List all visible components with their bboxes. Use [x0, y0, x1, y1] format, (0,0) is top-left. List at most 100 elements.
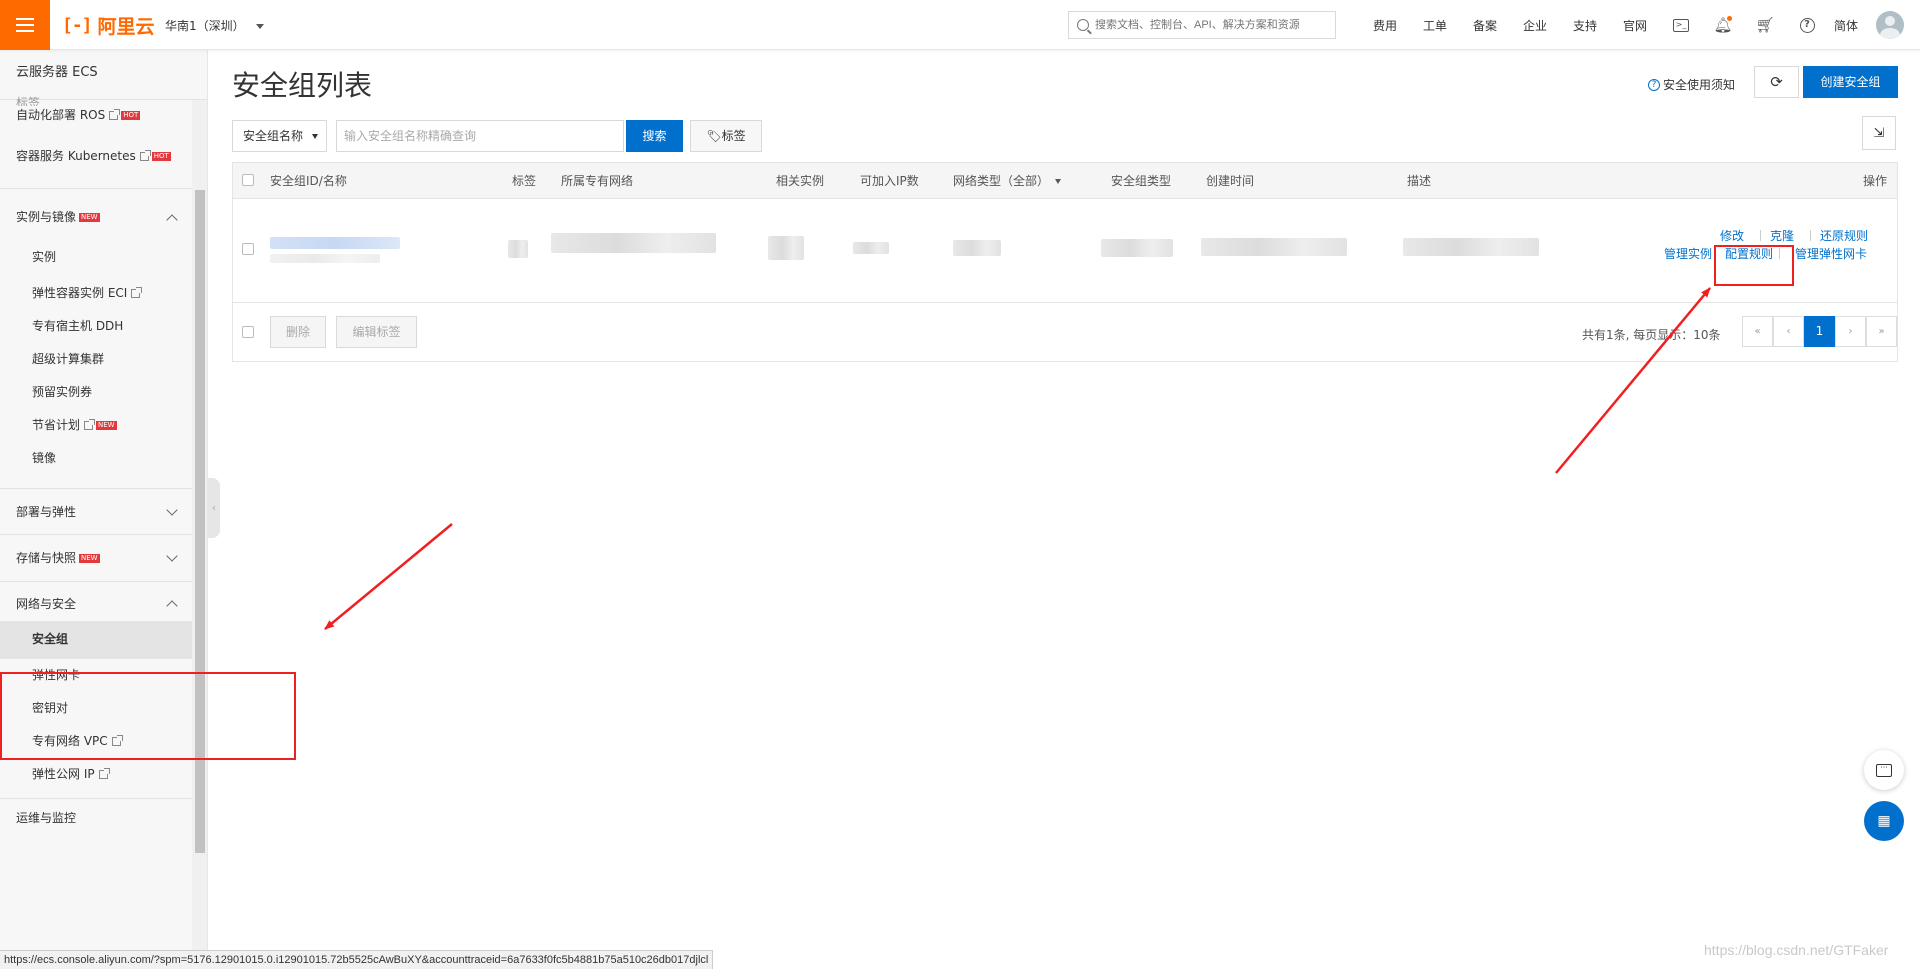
col-vpc: 所属专有网络	[561, 174, 634, 188]
nav-billing[interactable]: 费用	[1360, 17, 1410, 34]
redacted-instance-count	[768, 236, 804, 260]
row-checkbox[interactable]	[242, 243, 254, 255]
sidebar-group-ops[interactable]: 运维与监控	[0, 798, 192, 838]
nav-icp[interactable]: 备案	[1460, 17, 1510, 34]
restore-rules-link[interactable]: 还原规则	[1820, 227, 1868, 244]
tag-icon: 🏷︎	[706, 129, 722, 143]
cart-button[interactable]: 🛒︎	[1744, 0, 1786, 50]
sidebar-group-label: 运维与监控	[16, 811, 77, 825]
tag-filter-button[interactable]: 🏷︎标签	[690, 120, 762, 152]
region-selector[interactable]: 华南1（深圳）	[165, 17, 265, 34]
sidebar-item-eip[interactable]: 弹性公网 IP	[0, 758, 192, 798]
delete-button[interactable]: 删除	[270, 316, 326, 348]
security-notice-label: 安全使用须知	[1663, 78, 1736, 92]
sidebar-item-ros[interactable]: 自动化部署 ROS HOT	[0, 102, 192, 138]
hot-badge: HOT	[151, 152, 171, 161]
pager-last[interactable]: »	[1866, 316, 1897, 347]
global-search[interactable]	[1068, 11, 1336, 39]
sidebar-product-title[interactable]: 云服务器 ECS	[0, 50, 207, 100]
apps-grid-icon: ▦	[1877, 813, 1891, 829]
sidebar-item-instances[interactable]: 实例	[0, 245, 192, 277]
pagination-summary: 共有1条, 每页显示：10条	[1582, 328, 1721, 342]
sidebar-item-label: 弹性公网 IP	[32, 767, 95, 781]
nav-ticket[interactable]: 工单	[1410, 17, 1460, 34]
filter-field-select[interactable]: 安全组名称	[232, 120, 327, 152]
nav-enterprise[interactable]: 企业	[1510, 17, 1560, 34]
sidebar-item-label: 节省计划	[32, 418, 81, 432]
sidebar-group-label: 存储与快照	[16, 551, 77, 565]
external-link-icon	[98, 768, 110, 779]
sidebar-item-images[interactable]: 镜像	[0, 442, 192, 488]
logo-text: 阿里云	[97, 15, 155, 38]
manage-eni-link[interactable]: 管理弹性网卡	[1795, 245, 1867, 262]
security-notice-link[interactable]: ? 安全使用须知	[1648, 76, 1735, 93]
hot-badge: HOT	[121, 111, 141, 120]
col-tags: 标签	[512, 174, 537, 188]
manage-instances-link[interactable]: 管理实例	[1664, 245, 1712, 262]
redacted-group-id[interactable]	[270, 237, 400, 249]
annotation-box-security-group	[0, 672, 296, 760]
external-link-icon	[139, 150, 151, 161]
table-header: 安全组ID/名称 标签 所属专有网络 相关实例 可加入IP数 网络类型（全部） …	[233, 163, 1897, 199]
question-circle-icon: ?	[1648, 78, 1660, 91]
pager-prev[interactable]: ‹	[1773, 316, 1804, 347]
cloud-shell-button[interactable]: >_	[1660, 0, 1702, 50]
help-button[interactable]: ?	[1786, 0, 1828, 50]
redacted-group-name	[270, 254, 380, 263]
quick-apps-button[interactable]: ▦	[1864, 801, 1904, 841]
aliyun-logo[interactable]: [-] 阿里云	[62, 12, 155, 38]
col-id-name: 安全组ID/名称	[270, 174, 347, 188]
refresh-icon: ⟳	[1770, 73, 1783, 91]
nav-support[interactable]: 支持	[1560, 17, 1610, 34]
search-button[interactable]: 搜索	[626, 120, 683, 152]
hamburger-menu-icon[interactable]	[0, 0, 50, 50]
footer-select-all-checkbox[interactable]	[242, 326, 254, 338]
redacted-created-time	[1201, 238, 1347, 256]
notifications-button[interactable]: 🔔︎	[1702, 0, 1744, 50]
export-icon: ⇲	[1873, 125, 1885, 141]
create-security-group-button[interactable]: 创建安全组	[1803, 66, 1898, 98]
sidebar-item-ddh[interactable]: 专有宿主机 DDH	[0, 310, 192, 343]
pager-page-1[interactable]: 1	[1804, 316, 1835, 347]
cart-icon: 🛒︎	[1755, 16, 1775, 34]
pager-first[interactable]: «	[1742, 316, 1773, 347]
sidebar-item-scc[interactable]: 超级计算集群	[0, 343, 192, 376]
browser-status-url: https://ecs.console.aliyun.com/?spm=5176…	[0, 950, 714, 969]
refresh-button[interactable]: ⟳	[1754, 66, 1799, 98]
chevron-up-icon	[166, 600, 178, 612]
select-all-checkbox[interactable]	[242, 174, 254, 186]
nav-official-site[interactable]: 官网	[1610, 17, 1660, 34]
redacted-network-type	[953, 240, 1001, 256]
sidebar-group-label: 实例与镜像	[16, 210, 77, 224]
redacted-description	[1403, 238, 1539, 256]
edit-tags-button[interactable]: 编辑标签	[336, 316, 417, 348]
tag-filter-label: 标签	[721, 129, 746, 143]
global-search-input[interactable]	[1095, 19, 1333, 31]
main-content: 安全组列表 ? 安全使用须知 ⟳ 创建安全组 ⇲ 安全组名称 搜索 🏷︎标签 安…	[208, 50, 1920, 950]
col-network-type[interactable]: 网络类型（全部）	[953, 163, 1062, 199]
user-avatar[interactable]	[1876, 11, 1905, 39]
new-badge: NEW	[79, 213, 100, 222]
clone-link[interactable]: 克隆	[1770, 227, 1794, 244]
export-button[interactable]: ⇲	[1862, 116, 1896, 150]
sidebar-item-kubernetes[interactable]: 容器服务 Kubernetes HOT	[0, 138, 192, 188]
sidebar-item-savings-plan[interactable]: 节省计划 NEW	[0, 409, 192, 442]
security-group-search-input[interactable]	[336, 120, 624, 152]
sidebar-item-security-group[interactable]: 安全组	[0, 621, 192, 659]
sidebar-item-eci[interactable]: 弹性容器实例 ECI	[0, 277, 192, 310]
sidebar-group-storage[interactable]: 存储与快照 NEW	[0, 534, 192, 581]
edit-link[interactable]: 修改	[1720, 227, 1744, 244]
filter-field-label: 安全组名称	[243, 129, 304, 143]
col-actions: 操作	[1863, 174, 1888, 188]
annotation-box-config-rules	[1714, 245, 1794, 286]
pager-next[interactable]: ›	[1835, 316, 1866, 347]
page-title: 安全组列表	[232, 69, 373, 102]
sidebar-group-network[interactable]: 网络与安全	[0, 581, 192, 621]
sidebar-item-reserved[interactable]: 预留实例券	[0, 376, 192, 409]
language-switch[interactable]: 简体	[1834, 17, 1858, 34]
sidebar-group-deploy[interactable]: 部署与弹性	[0, 488, 192, 534]
sidebar-group-instances[interactable]: 实例与镜像 NEW	[0, 188, 192, 245]
feedback-chat-button[interactable]: ···	[1864, 750, 1904, 790]
sidebar-group-label: 部署与弹性	[16, 505, 77, 519]
action-divider	[1810, 230, 1811, 241]
